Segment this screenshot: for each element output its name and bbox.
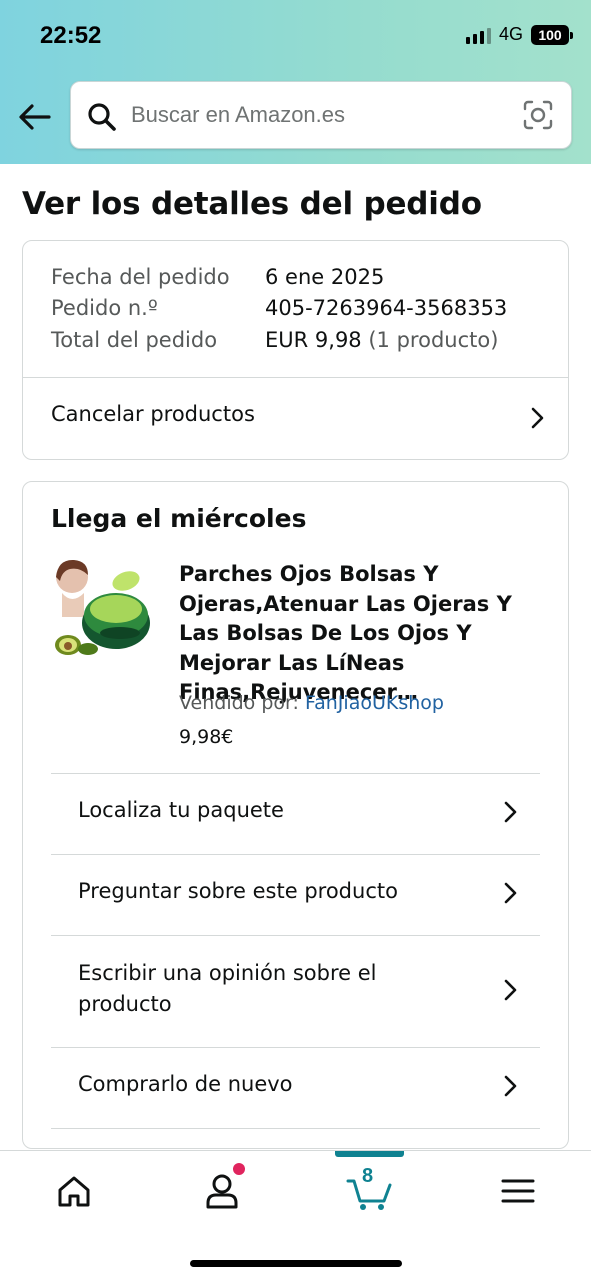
camera-scan-icon[interactable] [523,100,553,130]
order-date-label: Fecha del pedido [51,265,230,289]
track-package-row[interactable]: Localiza tu paquete [51,774,541,854]
write-review-row[interactable]: Escribir una opinión sobre el producto [51,936,541,1047]
search-placeholder: Buscar en Amazon.es [131,102,346,127]
product-image[interactable] [50,557,154,661]
order-total-amount: EUR 9,98 [265,328,362,352]
status-time: 22:52 [40,22,102,49]
chevron-right-icon [500,978,520,1002]
account-icon[interactable] [202,1171,242,1211]
cancel-products-label: Cancelar productos [51,402,255,426]
track-package-label: Localiza tu paquete [78,798,284,822]
order-total-count: (1 producto) [368,328,499,352]
bottom-nav: 8 [0,1150,591,1280]
cancel-products-row[interactable]: Cancelar productos [23,378,568,459]
top-bar: 22:52 4G 100 Buscar en Amazon.es [0,0,591,164]
cart-count-badge: 8 [362,1165,374,1187]
order-number-label: Pedido n.º [51,296,158,320]
buy-again-row[interactable]: Comprarlo de nuevo [51,1048,541,1128]
ask-product-label: Preguntar sobre este producto [78,879,398,903]
seller-link[interactable]: FanJiaoUKshop [305,692,444,714]
buy-again-label: Comprarlo de nuevo [78,1072,293,1096]
status-indicators: 4G 100 [465,24,573,45]
order-number-value: 405-7263964-3568353 [265,296,508,320]
notification-badge [233,1163,245,1175]
chevron-right-icon [500,800,520,824]
shipment-card: Llega el miércoles Parches Ojos Bolsas Y… [22,481,569,1149]
sold-by-label: Vendido por: [179,692,299,714]
active-tab-indicator [335,1151,404,1157]
product-price: 9,98€ [179,726,234,748]
order-summary-card: Fecha del pedido 6 ene 2025 Pedido n.º 4… [22,240,569,460]
home-indicator [190,1260,402,1267]
search-input[interactable]: Buscar en Amazon.es [70,81,572,149]
chevron-right-icon [500,1074,520,1098]
seller-info: Vendido por: FanJiaoUKshop [179,692,444,714]
arrival-heading: Llega el miércoles [51,504,307,533]
page-title: Ver los detalles del pedido [22,186,482,222]
signal-icon [465,26,491,44]
chevron-right-icon [500,881,520,905]
divider [51,1128,540,1129]
home-icon[interactable] [54,1171,94,1211]
write-review-label: Escribir una opinión sobre el producto [78,961,377,1016]
search-icon [87,102,117,132]
ask-product-row[interactable]: Preguntar sobre este producto [51,855,541,935]
order-date-value: 6 ene 2025 [265,265,385,289]
order-total-label: Total del pedido [51,328,218,352]
back-arrow-icon[interactable] [16,98,54,136]
order-total-value: EUR 9,98 (1 producto) [265,328,498,352]
chevron-right-icon [527,406,547,430]
battery-icon: 100 [531,24,573,45]
menu-icon[interactable] [498,1171,538,1211]
product-title[interactable]: Parches Ojos Bolsas Y Ojeras,Atenuar Las… [179,560,544,708]
network-type: 4G [498,24,523,44]
